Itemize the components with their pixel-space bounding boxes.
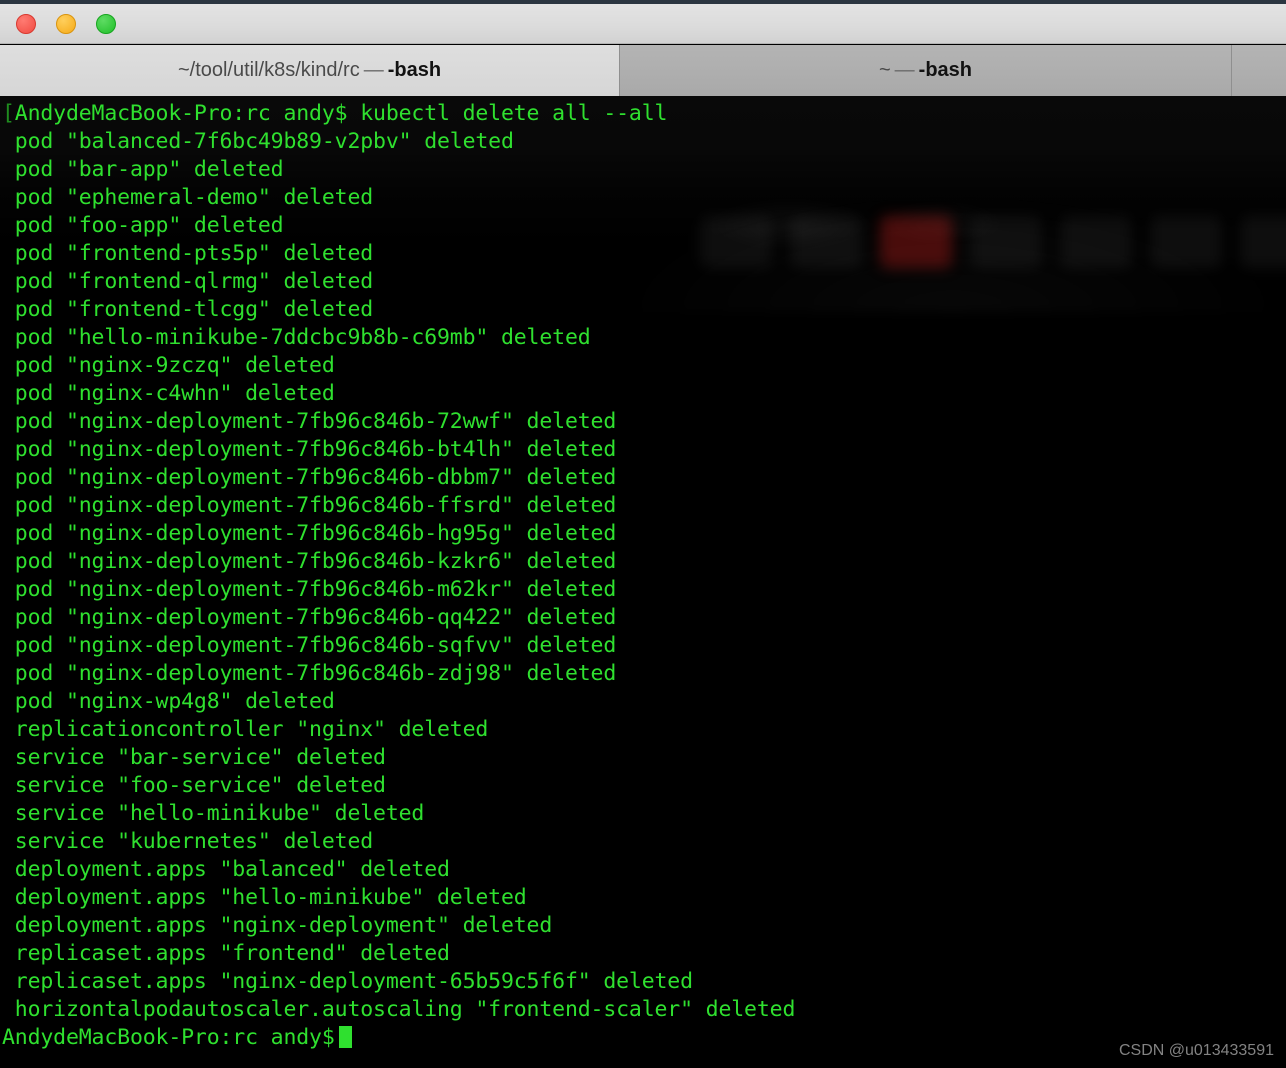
- close-window-button[interactable]: [16, 14, 36, 34]
- prompt-bracket: [: [2, 101, 15, 126]
- terminal-output-line: pod "frontend-pts5p" deleted: [2, 241, 374, 266]
- minimize-window-button[interactable]: [56, 14, 76, 34]
- terminal-output-line: pod "bar-app" deleted: [2, 157, 284, 182]
- terminal-output-line: pod "nginx-deployment-7fb96c846b-72wwf" …: [2, 409, 617, 434]
- terminal-output-line: pod "nginx-deployment-7fb96c846b-sqfvv" …: [2, 633, 617, 658]
- window-titlebar: [0, 4, 1286, 44]
- terminal-output-line: pod "nginx-deployment-7fb96c846b-kzkr6" …: [2, 549, 617, 574]
- tab-process-label: -bash: [387, 59, 442, 81]
- terminal-output-line: replicaset.apps "frontend" deleted: [2, 941, 450, 966]
- terminal-output-line: pod "frontend-qlrmg" deleted: [2, 269, 374, 294]
- terminal-output-pane[interactable]: [AndydeMacBook-Pro:rc andy$ kubectl dele…: [0, 96, 1286, 1068]
- terminal-output-line: pod "nginx-deployment-7fb96c846b-bt4lh" …: [2, 437, 617, 462]
- terminal-output-line: replicationcontroller "nginx" deleted: [2, 717, 489, 742]
- tab-rc-bash[interactable]: ~/tool/util/k8s/kind/rc — -bash: [0, 45, 620, 96]
- tab-bar: ~/tool/util/k8s/kind/rc — -bash ~ — -bash: [0, 45, 1286, 96]
- tab-directory-label: ~/tool/util/k8s/kind/rc: [177, 59, 360, 81]
- tab-home-bash[interactable]: ~ — -bash: [620, 45, 1232, 96]
- terminal-output-line: pod "nginx-deployment-7fb96c846b-m62kr" …: [2, 577, 617, 602]
- terminal-output-line: pod "balanced-7f6bc49b89-v2pbv" deleted: [2, 129, 514, 154]
- terminal-output-line: pod "foo-app" deleted: [2, 213, 284, 238]
- terminal-output-line: replicaset.apps "nginx-deployment-65b59c…: [2, 969, 693, 994]
- tab-separator: —: [363, 59, 384, 81]
- terminal-output-line: pod "hello-minikube-7ddcbc9b8b-c69mb" de…: [2, 325, 591, 350]
- terminal-output-line: pod "frontend-tlcgg" deleted: [2, 297, 374, 322]
- terminal-output-line: deployment.apps "balanced" deleted: [2, 857, 450, 882]
- terminal-output-line: pod "nginx-c4whn" deleted: [2, 381, 335, 406]
- terminal-output-line: service "bar-service" deleted: [2, 745, 386, 770]
- terminal-output-line: horizontalpodautoscaler.autoscaling "fro…: [2, 997, 796, 1022]
- terminal-cursor: [338, 1026, 352, 1048]
- tab-process-label: -bash: [918, 59, 973, 81]
- terminal-output-line: service "hello-minikube" deleted: [2, 801, 425, 826]
- terminal-output-line: pod "nginx-deployment-7fb96c846b-zdj98" …: [2, 661, 617, 686]
- terminal-output-line: pod "nginx-deployment-7fb96c846b-hg95g" …: [2, 521, 617, 546]
- prompt-text: AndydeMacBook-Pro:rc andy$: [2, 1025, 335, 1050]
- terminal-active-prompt[interactable]: AndydeMacBook-Pro:rc andy$: [0, 1024, 1286, 1052]
- tab-separator: —: [894, 59, 915, 81]
- terminal-output-line: deployment.apps "hello-minikube" deleted: [2, 885, 527, 910]
- terminal-window: ~/tool/util/k8s/kind/rc — -bash ~ — -bash [A…: [0, 0, 1286, 1068]
- terminal-output-line: pod "nginx-deployment-7fb96c846b-dbbm7" …: [2, 465, 617, 490]
- terminal-output-line: pod "ephemeral-demo" deleted: [2, 185, 374, 210]
- terminal-output-line: pod "nginx-deployment-7fb96c846b-ffsrd" …: [2, 493, 617, 518]
- terminal-output-line: deployment.apps "nginx-deployment" delet…: [2, 913, 553, 938]
- maximize-window-button[interactable]: [96, 14, 116, 34]
- terminal-command-line: [AndydeMacBook-Pro:rc andy$ kubectl dele…: [2, 101, 668, 126]
- terminal-output-line: service "foo-service" deleted: [2, 773, 386, 798]
- csdn-watermark: CSDN @u013433591: [1118, 1042, 1274, 1059]
- tab-directory-label: ~: [878, 59, 891, 81]
- terminal-output-line: pod "nginx-deployment-7fb96c846b-qq422" …: [2, 605, 617, 630]
- terminal-output-line: service "kubernetes" deleted: [2, 829, 374, 854]
- terminal-screen: [AndydeMacBook-Pro:rc andy$ kubectl dele…: [0, 96, 1286, 1052]
- terminal-output-line: pod "nginx-9zczq" deleted: [2, 353, 335, 378]
- tab-bar-empty-area[interactable]: [1232, 45, 1286, 96]
- terminal-output-line: pod "nginx-wp4g8" deleted: [2, 689, 335, 714]
